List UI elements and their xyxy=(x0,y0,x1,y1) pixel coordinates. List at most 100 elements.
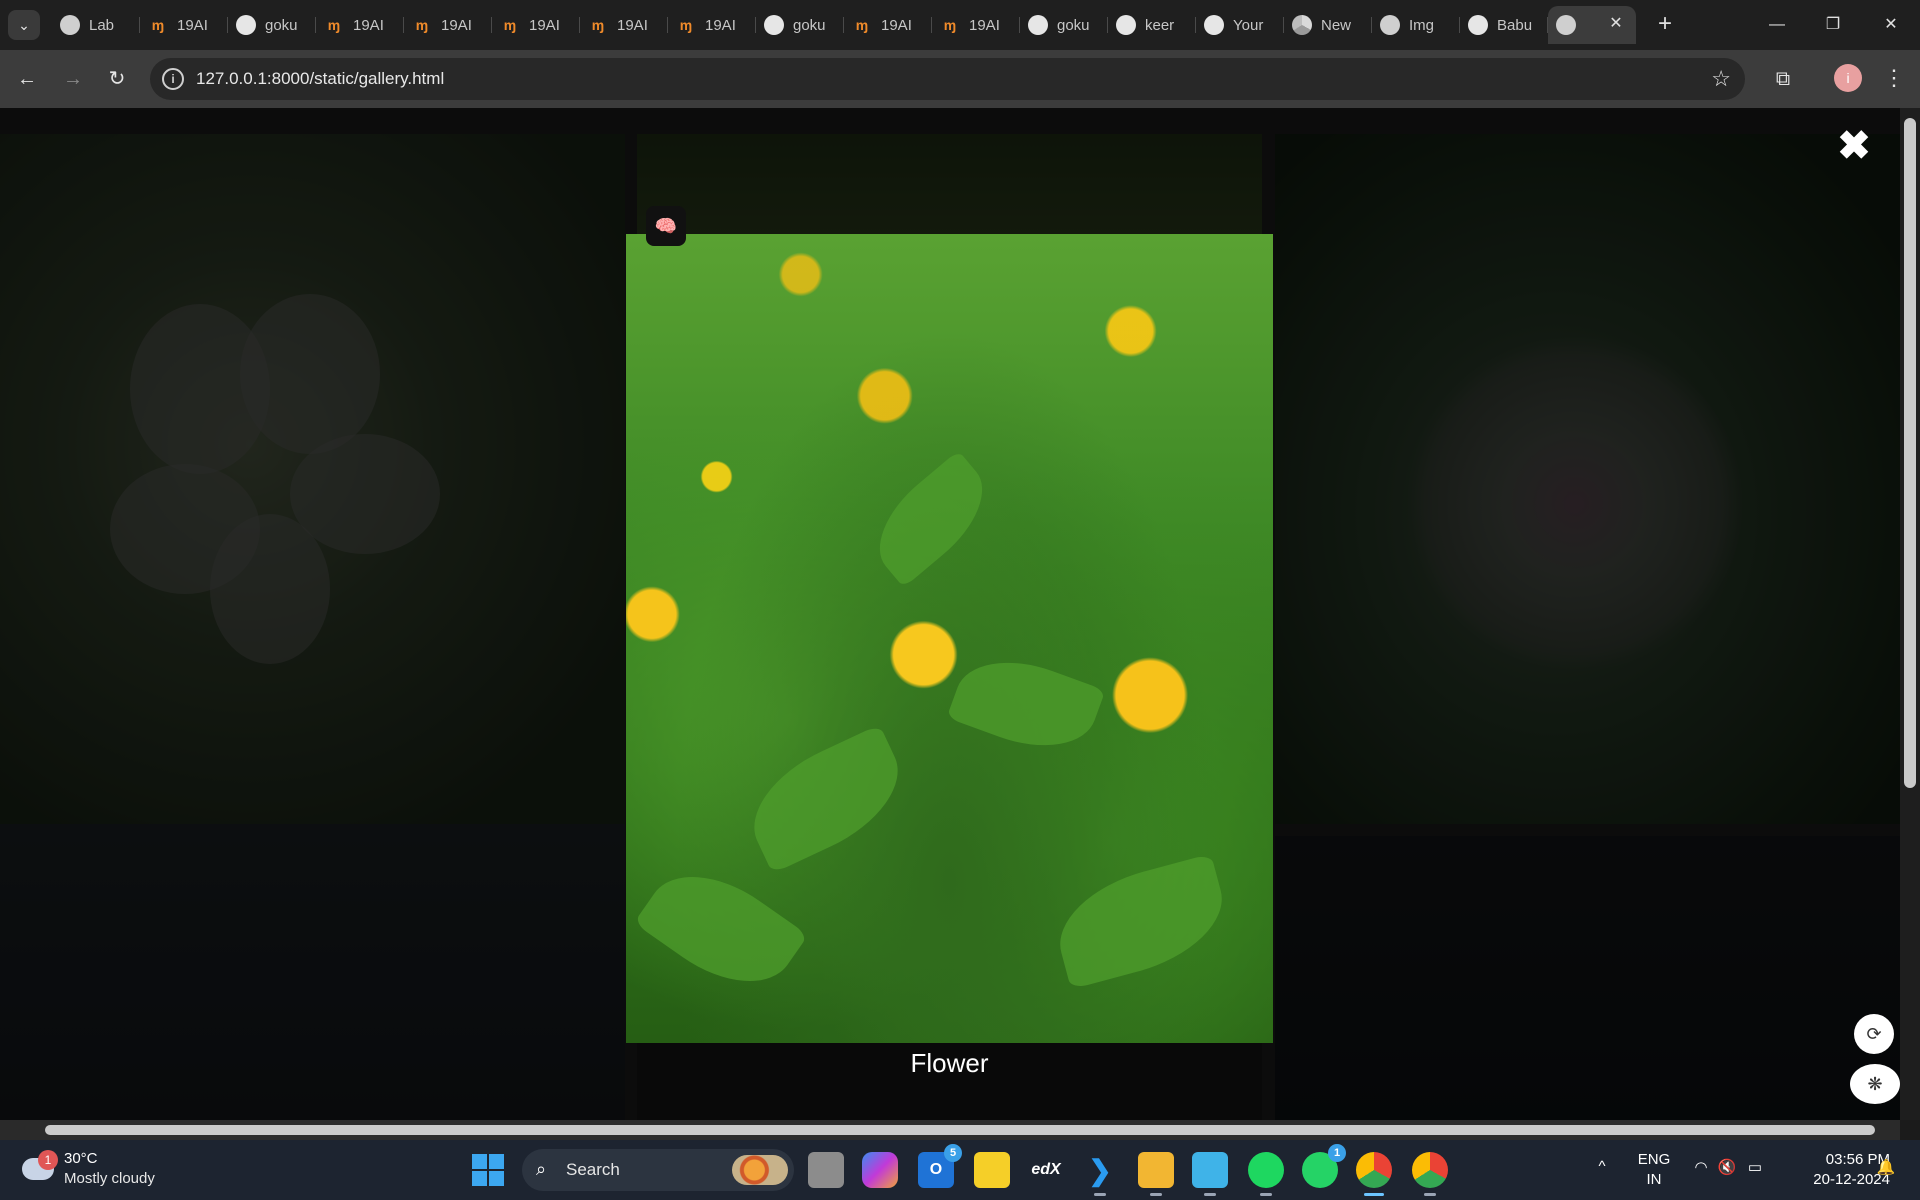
globe-icon xyxy=(60,15,80,35)
chrome-icon xyxy=(1292,15,1312,35)
tab[interactable]: ɱ 19AI xyxy=(140,6,228,44)
tab[interactable]: Img xyxy=(1372,6,1460,44)
notification-bell-icon[interactable]: 🔔 xyxy=(1874,1158,1898,1182)
tab-bar: ⌄ Lab ɱ 19AI goku ɱ 19AI ɱ 19AI ɱ 19AI ɱ 19AI… xyxy=(0,0,1920,50)
back-button[interactable]: ← xyxy=(12,64,42,94)
copilot-icon[interactable] xyxy=(862,1152,898,1188)
wifi-icon[interactable]: ◠ xyxy=(1690,1158,1712,1182)
tab-title: 19AI xyxy=(441,16,472,34)
menu-icon[interactable]: ⋮ xyxy=(1880,64,1908,94)
tab[interactable]: ɱ 19AI xyxy=(316,6,404,44)
url-text[interactable]: 127.0.0.1:8000/static/gallery.html xyxy=(196,69,444,89)
weather-temp: 30°C xyxy=(64,1150,98,1167)
running-indicator xyxy=(1150,1193,1162,1196)
tab[interactable]: goku xyxy=(228,6,316,44)
bookmark-star-icon[interactable]: ☆ xyxy=(1711,66,1731,92)
vscode-icon[interactable]: ❯ xyxy=(1082,1152,1118,1196)
volume-muted-icon[interactable]: 🔇 xyxy=(1716,1158,1738,1182)
tab[interactable]: ɱ 19AI xyxy=(668,6,756,44)
in-icon: ɱ xyxy=(415,17,429,33)
address-bar[interactable]: i 127.0.0.1:8000/static/gallery.html ☆ xyxy=(150,58,1745,100)
leaf xyxy=(946,642,1106,766)
tab[interactable]: ɱ 19AI xyxy=(844,6,932,44)
weather-badge: 1 xyxy=(38,1150,58,1170)
minimize-button[interactable]: — xyxy=(1757,10,1797,40)
in-icon: ɱ xyxy=(855,17,869,33)
notepad-icon[interactable] xyxy=(1192,1152,1228,1196)
tab[interactable]: ɱ 19AI xyxy=(580,6,668,44)
tab[interactable]: ɱ 19AI xyxy=(932,6,1020,44)
tab[interactable]: ɱ 19AI xyxy=(492,6,580,44)
language-line2: IN xyxy=(1646,1171,1662,1188)
tab[interactable]: Babu xyxy=(1460,6,1548,44)
brain-icon[interactable]: 🧠 xyxy=(646,206,686,246)
chrome-icon[interactable] xyxy=(1412,1152,1448,1196)
taskbar-search[interactable]: ⌕ Search xyxy=(522,1149,794,1191)
site-info-icon[interactable]: i xyxy=(162,68,184,90)
github-icon xyxy=(1468,15,1488,35)
vertical-scrollbar[interactable] xyxy=(1900,108,1920,1120)
github-icon xyxy=(1028,15,1048,35)
tab-title: New xyxy=(1321,16,1352,34)
globe-icon xyxy=(1556,15,1576,35)
close-lightbox-icon[interactable]: ✖ xyxy=(1836,126,1872,166)
horizontal-scrollbar[interactable] xyxy=(0,1120,1900,1140)
tab-search-button[interactable]: ⌄ xyxy=(8,10,40,40)
tab[interactable]: New xyxy=(1284,6,1372,44)
sticky-notes-icon[interactable] xyxy=(974,1152,1010,1188)
whatsapp-icon[interactable]: 1 xyxy=(1302,1144,1346,1188)
tab-title: goku xyxy=(793,16,826,34)
tab-active[interactable]: ✕ xyxy=(1548,6,1636,44)
tab-title: goku xyxy=(265,16,298,34)
start-button[interactable] xyxy=(472,1154,504,1186)
tab-title: goku xyxy=(1057,16,1090,34)
file-explorer-icon[interactable] xyxy=(1138,1152,1174,1196)
translate-icon[interactable]: ⟳ xyxy=(1854,1014,1894,1054)
outlook-icon[interactable]: O5 xyxy=(918,1144,962,1188)
edx-icon[interactable]: edX xyxy=(1028,1152,1064,1188)
profile-avatar[interactable]: i xyxy=(1834,64,1862,92)
chrome-profile-icon[interactable] xyxy=(1356,1152,1392,1196)
tab-title: Img xyxy=(1409,16,1435,34)
leaf xyxy=(734,724,918,874)
whatsapp-badge: 1 xyxy=(1328,1144,1346,1162)
globe-icon xyxy=(1380,15,1400,35)
running-indicator xyxy=(1204,1193,1216,1196)
horizontal-scroll-thumb[interactable] xyxy=(45,1125,1875,1135)
language-line1: ENG xyxy=(1637,1151,1671,1168)
extensions-icon[interactable]: ⧉ xyxy=(1768,64,1798,94)
brain-assistant-icon[interactable]: ❋ xyxy=(1850,1064,1900,1104)
battery-icon[interactable]: ▭ xyxy=(1744,1158,1766,1182)
weather-desc: Mostly cloudy xyxy=(64,1170,155,1187)
leaf xyxy=(858,450,1004,588)
spotify-icon[interactable] xyxy=(1248,1152,1284,1196)
weather-widget[interactable]: 1 30°C Mostly cloudy xyxy=(22,1150,182,1194)
search-label: Search xyxy=(566,1160,620,1179)
tab[interactable]: goku xyxy=(756,6,844,44)
language-indicator[interactable]: ENG IN xyxy=(1634,1150,1674,1190)
lightbox-image xyxy=(626,234,1273,1043)
tab[interactable]: Lab xyxy=(52,6,140,44)
tab-title: Your xyxy=(1233,16,1264,34)
in-icon: ɱ xyxy=(679,17,693,33)
task-view-icon[interactable] xyxy=(808,1152,844,1188)
chevron-down-icon: ⌄ xyxy=(18,17,30,33)
tab[interactable]: keer xyxy=(1108,6,1196,44)
close-tab-icon[interactable]: ✕ xyxy=(1606,14,1626,34)
new-tab-button[interactable]: + xyxy=(1650,10,1680,40)
close-window-button[interactable]: ✕ xyxy=(1871,10,1911,40)
github-icon xyxy=(764,15,784,35)
tab[interactable]: Your xyxy=(1196,6,1284,44)
tab[interactable]: ɱ 19AI xyxy=(404,6,492,44)
vertical-scroll-thumb[interactable] xyxy=(1904,118,1916,788)
in-icon: ɱ xyxy=(151,17,165,33)
tab-title: 19AI xyxy=(177,16,208,34)
tab[interactable]: goku xyxy=(1020,6,1108,44)
chevron-up-icon[interactable]: ^ xyxy=(1592,1158,1612,1182)
active-indicator xyxy=(1364,1193,1384,1196)
tab-title: 19AI xyxy=(617,16,648,34)
forward-button[interactable]: → xyxy=(58,64,88,94)
reload-button[interactable]: ↻ xyxy=(102,64,132,94)
github-icon xyxy=(1204,15,1224,35)
restore-button[interactable]: ❐ xyxy=(1813,10,1853,40)
